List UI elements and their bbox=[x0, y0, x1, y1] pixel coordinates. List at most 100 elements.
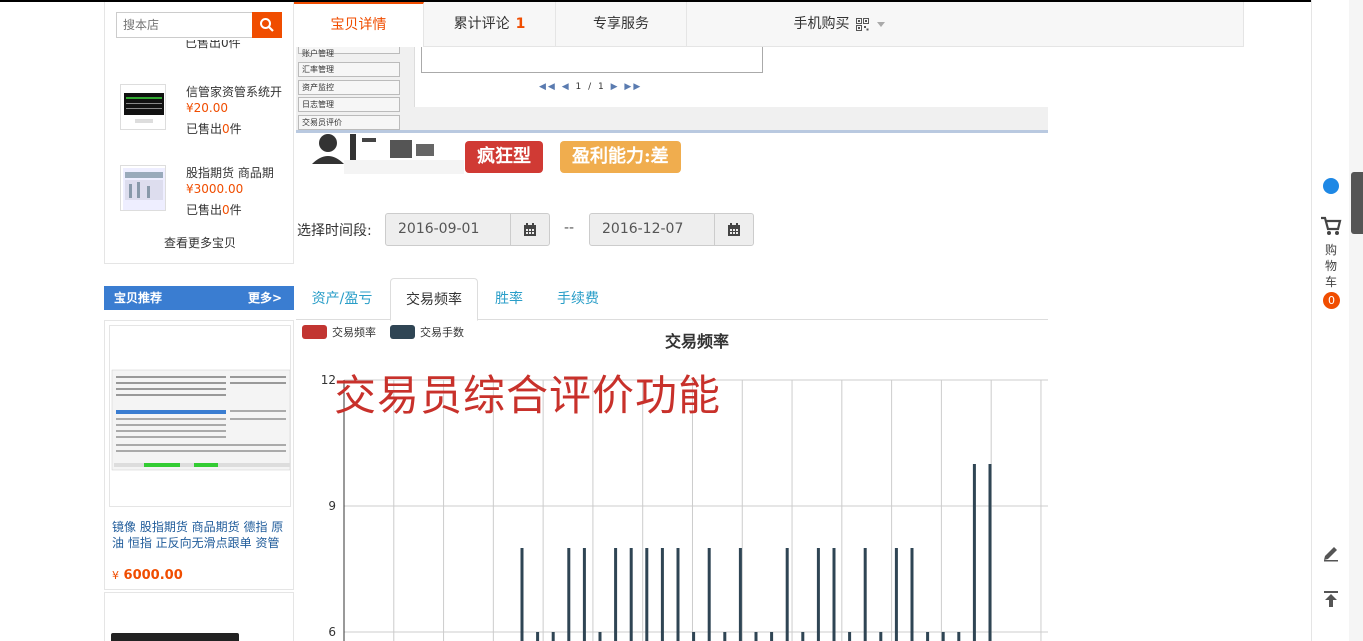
bar-trade-lots bbox=[879, 632, 883, 641]
bar-trade-lots bbox=[848, 632, 852, 641]
tab-divider bbox=[686, 2, 687, 47]
cart-label[interactable]: 购物车 bbox=[1324, 242, 1338, 290]
tab-fees[interactable]: 手续费 bbox=[548, 278, 608, 320]
page-scrollbar-thumb[interactable] bbox=[1351, 172, 1363, 234]
start-date-calendar-button[interactable] bbox=[511, 214, 549, 245]
bar-trade-lots bbox=[926, 632, 930, 641]
recommend-item-title[interactable]: 镜像 股指期货 商品期货 德指 原油 恒指 正反向无滑点跟单 资管 bbox=[112, 519, 290, 551]
y-tick-label: 6 bbox=[328, 625, 336, 639]
bar-trade-lots bbox=[816, 548, 820, 641]
start-date-input[interactable]: 2016-09-01 bbox=[386, 214, 511, 245]
product-item[interactable]: 股指期货 商品期 ¥3000.00 已售出0件 bbox=[120, 165, 290, 217]
product-sold: 已售出0件 bbox=[186, 203, 242, 217]
recommend-thumbnail[interactable] bbox=[111, 633, 239, 641]
chat-bubble-icon[interactable] bbox=[1323, 178, 1339, 194]
date-separator: -- bbox=[564, 220, 575, 236]
shop-panel: 已售出0件 信管家资管系统开 ¥20.00 已售出0件 股指期货 商品期 ¥30… bbox=[104, 2, 294, 264]
bar-trade-lots bbox=[520, 548, 524, 641]
bar-trade-lots bbox=[910, 548, 914, 641]
bar-trade-lots bbox=[988, 464, 992, 641]
product-name[interactable]: 信管家资管系统开 bbox=[186, 84, 296, 100]
bar-trade-lots bbox=[692, 632, 696, 641]
cart-icon[interactable] bbox=[1320, 216, 1342, 236]
tab-reviews[interactable]: 累计评论 1 bbox=[424, 2, 555, 47]
end-date-picker[interactable]: 2016-12-07 bbox=[589, 213, 754, 246]
recommend-more-link[interactable]: 更多> bbox=[248, 286, 282, 310]
bar-trade-lots bbox=[863, 548, 867, 641]
search-input[interactable] bbox=[116, 12, 252, 38]
y-tick-label: 9 bbox=[328, 499, 336, 513]
detail-tabbar: 宝贝详情 累计评论 1 专享服务 手机购买 bbox=[294, 2, 1244, 48]
tab-win-rate[interactable]: 胜率 bbox=[486, 278, 532, 320]
bar-trade-lots bbox=[785, 548, 789, 641]
edit-icon[interactable] bbox=[1322, 544, 1340, 562]
search-button[interactable] bbox=[252, 12, 282, 38]
product-thumbnail[interactable] bbox=[120, 165, 166, 211]
left-sidebar: 已售出0件 信管家资管系统开 ¥20.00 已售出0件 股指期货 商品期 ¥30… bbox=[104, 2, 294, 641]
end-date-input[interactable]: 2016-12-07 bbox=[590, 214, 715, 245]
last-page-icon: ▶▶ bbox=[624, 82, 643, 92]
bar-trade-lots bbox=[598, 632, 602, 641]
right-toolbar: 购物车 0 bbox=[1311, 0, 1349, 641]
fragment-menu-item: 日志管理 bbox=[298, 97, 400, 112]
tab-trade-frequency[interactable]: 交易频率 bbox=[390, 278, 478, 321]
trader-style-badge: 疯狂型 bbox=[465, 141, 543, 173]
fragment-menu-item: 汇率管理 bbox=[298, 62, 400, 77]
product-price: ¥20.00 bbox=[186, 101, 228, 115]
tab-assets-pnl[interactable]: 资产/盈亏 bbox=[300, 278, 384, 320]
trader-avatar bbox=[310, 134, 470, 174]
bar-trade-lots bbox=[614, 548, 618, 641]
chart-tabs: 资产/盈亏 交易频率 胜率 手续费 bbox=[296, 278, 1048, 321]
shop-search bbox=[116, 12, 282, 38]
bar-trade-lots bbox=[738, 548, 742, 641]
bar-trade-lots bbox=[629, 548, 633, 641]
review-count: 1 bbox=[515, 16, 526, 32]
back-to-top-icon[interactable] bbox=[1322, 590, 1340, 608]
chevron-down-icon bbox=[876, 21, 885, 27]
bar-trade-lots bbox=[770, 632, 774, 641]
bar-trade-lots bbox=[723, 632, 727, 641]
product-sold: 已售出0件 bbox=[186, 122, 242, 136]
bar-trade-lots bbox=[582, 548, 586, 641]
recommend-item[interactable] bbox=[104, 592, 294, 641]
recommend-item[interactable]: 镜像 股指期货 商品期货 德指 原油 恒指 正反向无滑点跟单 资管 ¥ 6000… bbox=[104, 320, 294, 590]
product-name[interactable]: 股指期货 商品期 bbox=[186, 165, 296, 181]
fragment-pager: ◀◀ ◀ 1 / 1 ▶ ▶▶ bbox=[539, 82, 643, 92]
qrcode-icon bbox=[855, 17, 869, 31]
fragment-menu-item: 交易员评价 bbox=[298, 114, 400, 130]
bar-trade-lots bbox=[707, 548, 711, 641]
tab-detail[interactable]: 宝贝详情 bbox=[294, 2, 424, 48]
watermark-text: 交易员综合评价功能 bbox=[334, 371, 722, 420]
recommend-item-price: ¥ 6000.00 bbox=[112, 568, 183, 583]
product-price: ¥3000.00 bbox=[186, 182, 244, 196]
clipped-sold-text: 已售出0件 bbox=[185, 40, 241, 50]
bar-trade-lots bbox=[957, 632, 961, 641]
recommend-thumbnail[interactable] bbox=[109, 325, 291, 507]
bar-trade-lots bbox=[894, 548, 898, 641]
page-scrollbar-track[interactable] bbox=[1349, 0, 1363, 641]
fragment-menu-item: 资产监控 bbox=[298, 79, 400, 95]
bar-trade-lots bbox=[941, 632, 945, 641]
product-thumbnail[interactable] bbox=[120, 84, 166, 130]
bar-trade-lots bbox=[832, 548, 836, 641]
bar-trade-lots bbox=[801, 632, 805, 641]
fragment-table bbox=[421, 47, 763, 73]
bar-trade-lots bbox=[660, 548, 664, 641]
tab-mobile-buy[interactable]: 手机购买 bbox=[764, 2, 914, 47]
bar-trade-lots bbox=[676, 548, 680, 641]
product-item[interactable]: 信管家资管系统开 ¥20.00 已售出0件 bbox=[120, 84, 290, 136]
fragment-panel: ◀◀ ◀ 1 / 1 ▶ ▶▶ bbox=[414, 47, 1048, 107]
prev-page-icon: ◀ bbox=[561, 82, 571, 92]
trader-profit-badge: 盈利能力:差 bbox=[560, 141, 681, 173]
start-date-picker[interactable]: 2016-09-01 bbox=[385, 213, 550, 246]
search-icon bbox=[260, 18, 274, 32]
fragment-menu: 账户管理 汇率管理 资产监控 日志管理 交易员评价 bbox=[298, 47, 400, 132]
more-goods-link[interactable]: 查看更多宝贝 bbox=[105, 234, 295, 251]
tab-service[interactable]: 专享服务 bbox=[556, 2, 686, 47]
bar-trade-lots bbox=[645, 548, 649, 641]
bar-trade-lots bbox=[972, 464, 976, 641]
end-date-calendar-button[interactable] bbox=[715, 214, 753, 245]
next-page-icon: ▶ bbox=[610, 82, 620, 92]
recommend-title: 宝贝推荐 bbox=[114, 291, 163, 305]
bar-trade-lots bbox=[536, 632, 540, 641]
